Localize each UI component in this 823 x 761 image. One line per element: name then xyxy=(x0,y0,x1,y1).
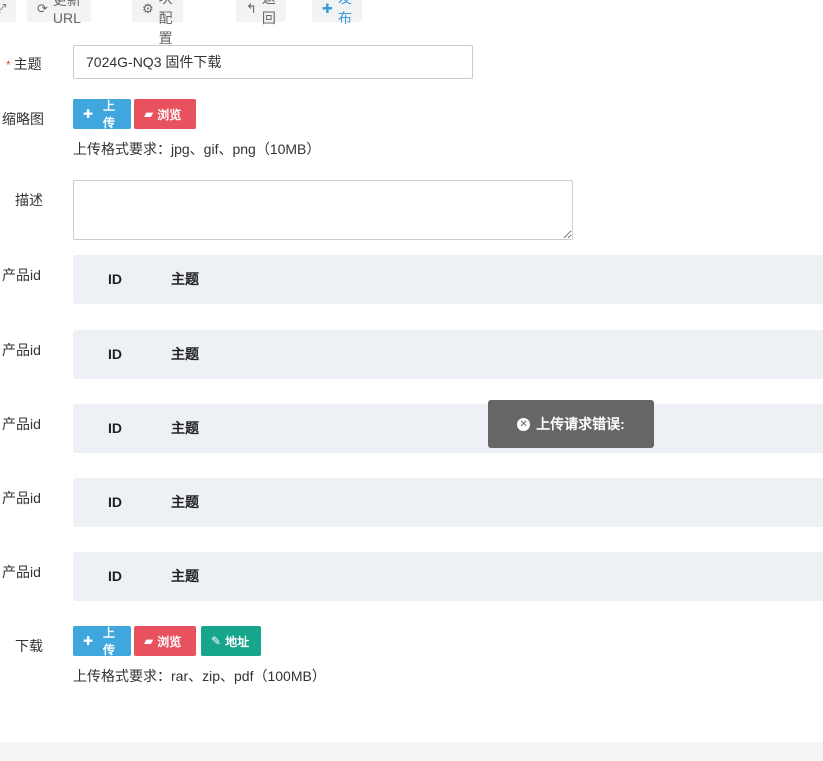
product-id-label: 产品id xyxy=(2,564,41,580)
plus-icon: ✚ xyxy=(83,634,94,648)
column-header-subject: 主题 xyxy=(171,420,199,436)
description-label: 描述 xyxy=(15,192,43,208)
column-header-id: ID xyxy=(108,494,122,510)
browse-label: 浏览 xyxy=(157,634,182,649)
product-id-label: 产品id xyxy=(2,416,41,432)
product-id-label: 产品id xyxy=(2,342,41,358)
thumbnail-format-hint: 上传格式要求：jpg、gif、png（10MB） xyxy=(73,141,321,157)
reply-icon: ↰ xyxy=(246,0,257,16)
publish-label: 发布 xyxy=(337,0,352,26)
module-config-button[interactable]: ⚙ 模块配置 xyxy=(132,0,183,46)
module-config-label: 模块配置 xyxy=(158,0,173,46)
plus-icon: ✚ xyxy=(83,107,94,121)
toolbar-partial-button[interactable]: ⤢ xyxy=(0,0,16,22)
back-label: 返回 xyxy=(261,0,276,26)
toast-message: 上传请求错误: xyxy=(536,416,625,432)
folder-open-icon: ▰ xyxy=(144,634,154,648)
thumbnail-upload-button[interactable]: ✚ 上传 xyxy=(73,99,131,130)
publish-button[interactable]: ✚ 发布 xyxy=(312,0,362,26)
error-toast: ✕ 上传请求错误: xyxy=(488,400,654,448)
product-id-label: 产品id xyxy=(2,490,41,506)
product-table: ID 主题 xyxy=(73,404,823,453)
subject-input[interactable] xyxy=(73,45,473,79)
product-id-label: 产品id xyxy=(2,267,41,283)
update-url-label: 更新URL xyxy=(52,0,81,26)
upload-label: 上传 xyxy=(103,626,116,657)
refresh-icon: ⟳ xyxy=(37,0,48,16)
back-button[interactable]: ↰ 返回 xyxy=(236,0,286,26)
subject-label: * 主题 xyxy=(6,54,42,74)
download-label: 下载 xyxy=(15,638,43,654)
column-header-subject: 主题 xyxy=(171,271,199,287)
product-table: ID 主题 xyxy=(73,255,823,304)
plus-icon: ✚ xyxy=(322,0,333,16)
browse-label: 浏览 xyxy=(157,107,182,122)
download-address-button[interactable]: ✎ 地址 xyxy=(201,626,261,656)
download-browse-button[interactable]: ▰ 浏览 xyxy=(134,626,196,656)
close-circle-icon: ✕ xyxy=(517,417,531,431)
folder-open-icon: ▰ xyxy=(144,107,154,121)
required-mark: * xyxy=(6,58,11,72)
upload-label: 上传 xyxy=(103,99,116,130)
column-header-id: ID xyxy=(108,568,122,584)
product-table: ID 主题 xyxy=(73,552,823,601)
thumbnail-browse-button[interactable]: ▰ 浏览 xyxy=(134,99,196,129)
column-header-subject: 主题 xyxy=(171,494,199,510)
gear-icon: ⚙ xyxy=(142,0,154,16)
update-url-button[interactable]: ⟳ 更新URL xyxy=(27,0,91,26)
column-header-id: ID xyxy=(108,346,122,362)
column-header-id: ID xyxy=(108,271,122,287)
footer-bar xyxy=(0,742,823,761)
description-textarea[interactable] xyxy=(73,180,573,240)
subject-label-text: 主题 xyxy=(13,56,42,72)
address-label: 地址 xyxy=(225,634,250,649)
download-format-hint: 上传格式要求：rar、zip、pdf（100MB） xyxy=(73,668,326,684)
edit-icon: ✎ xyxy=(211,634,222,648)
column-header-subject: 主题 xyxy=(171,346,199,362)
download-upload-button[interactable]: ✚ 上传 xyxy=(73,626,131,657)
product-table: ID 主题 xyxy=(73,478,823,527)
column-header-subject: 主题 xyxy=(171,568,199,584)
product-table: ID 主题 xyxy=(73,330,823,379)
column-header-id: ID xyxy=(108,420,122,436)
expand-icon: ⤢ xyxy=(0,0,7,16)
thumbnail-label: 缩略图 xyxy=(2,111,44,127)
